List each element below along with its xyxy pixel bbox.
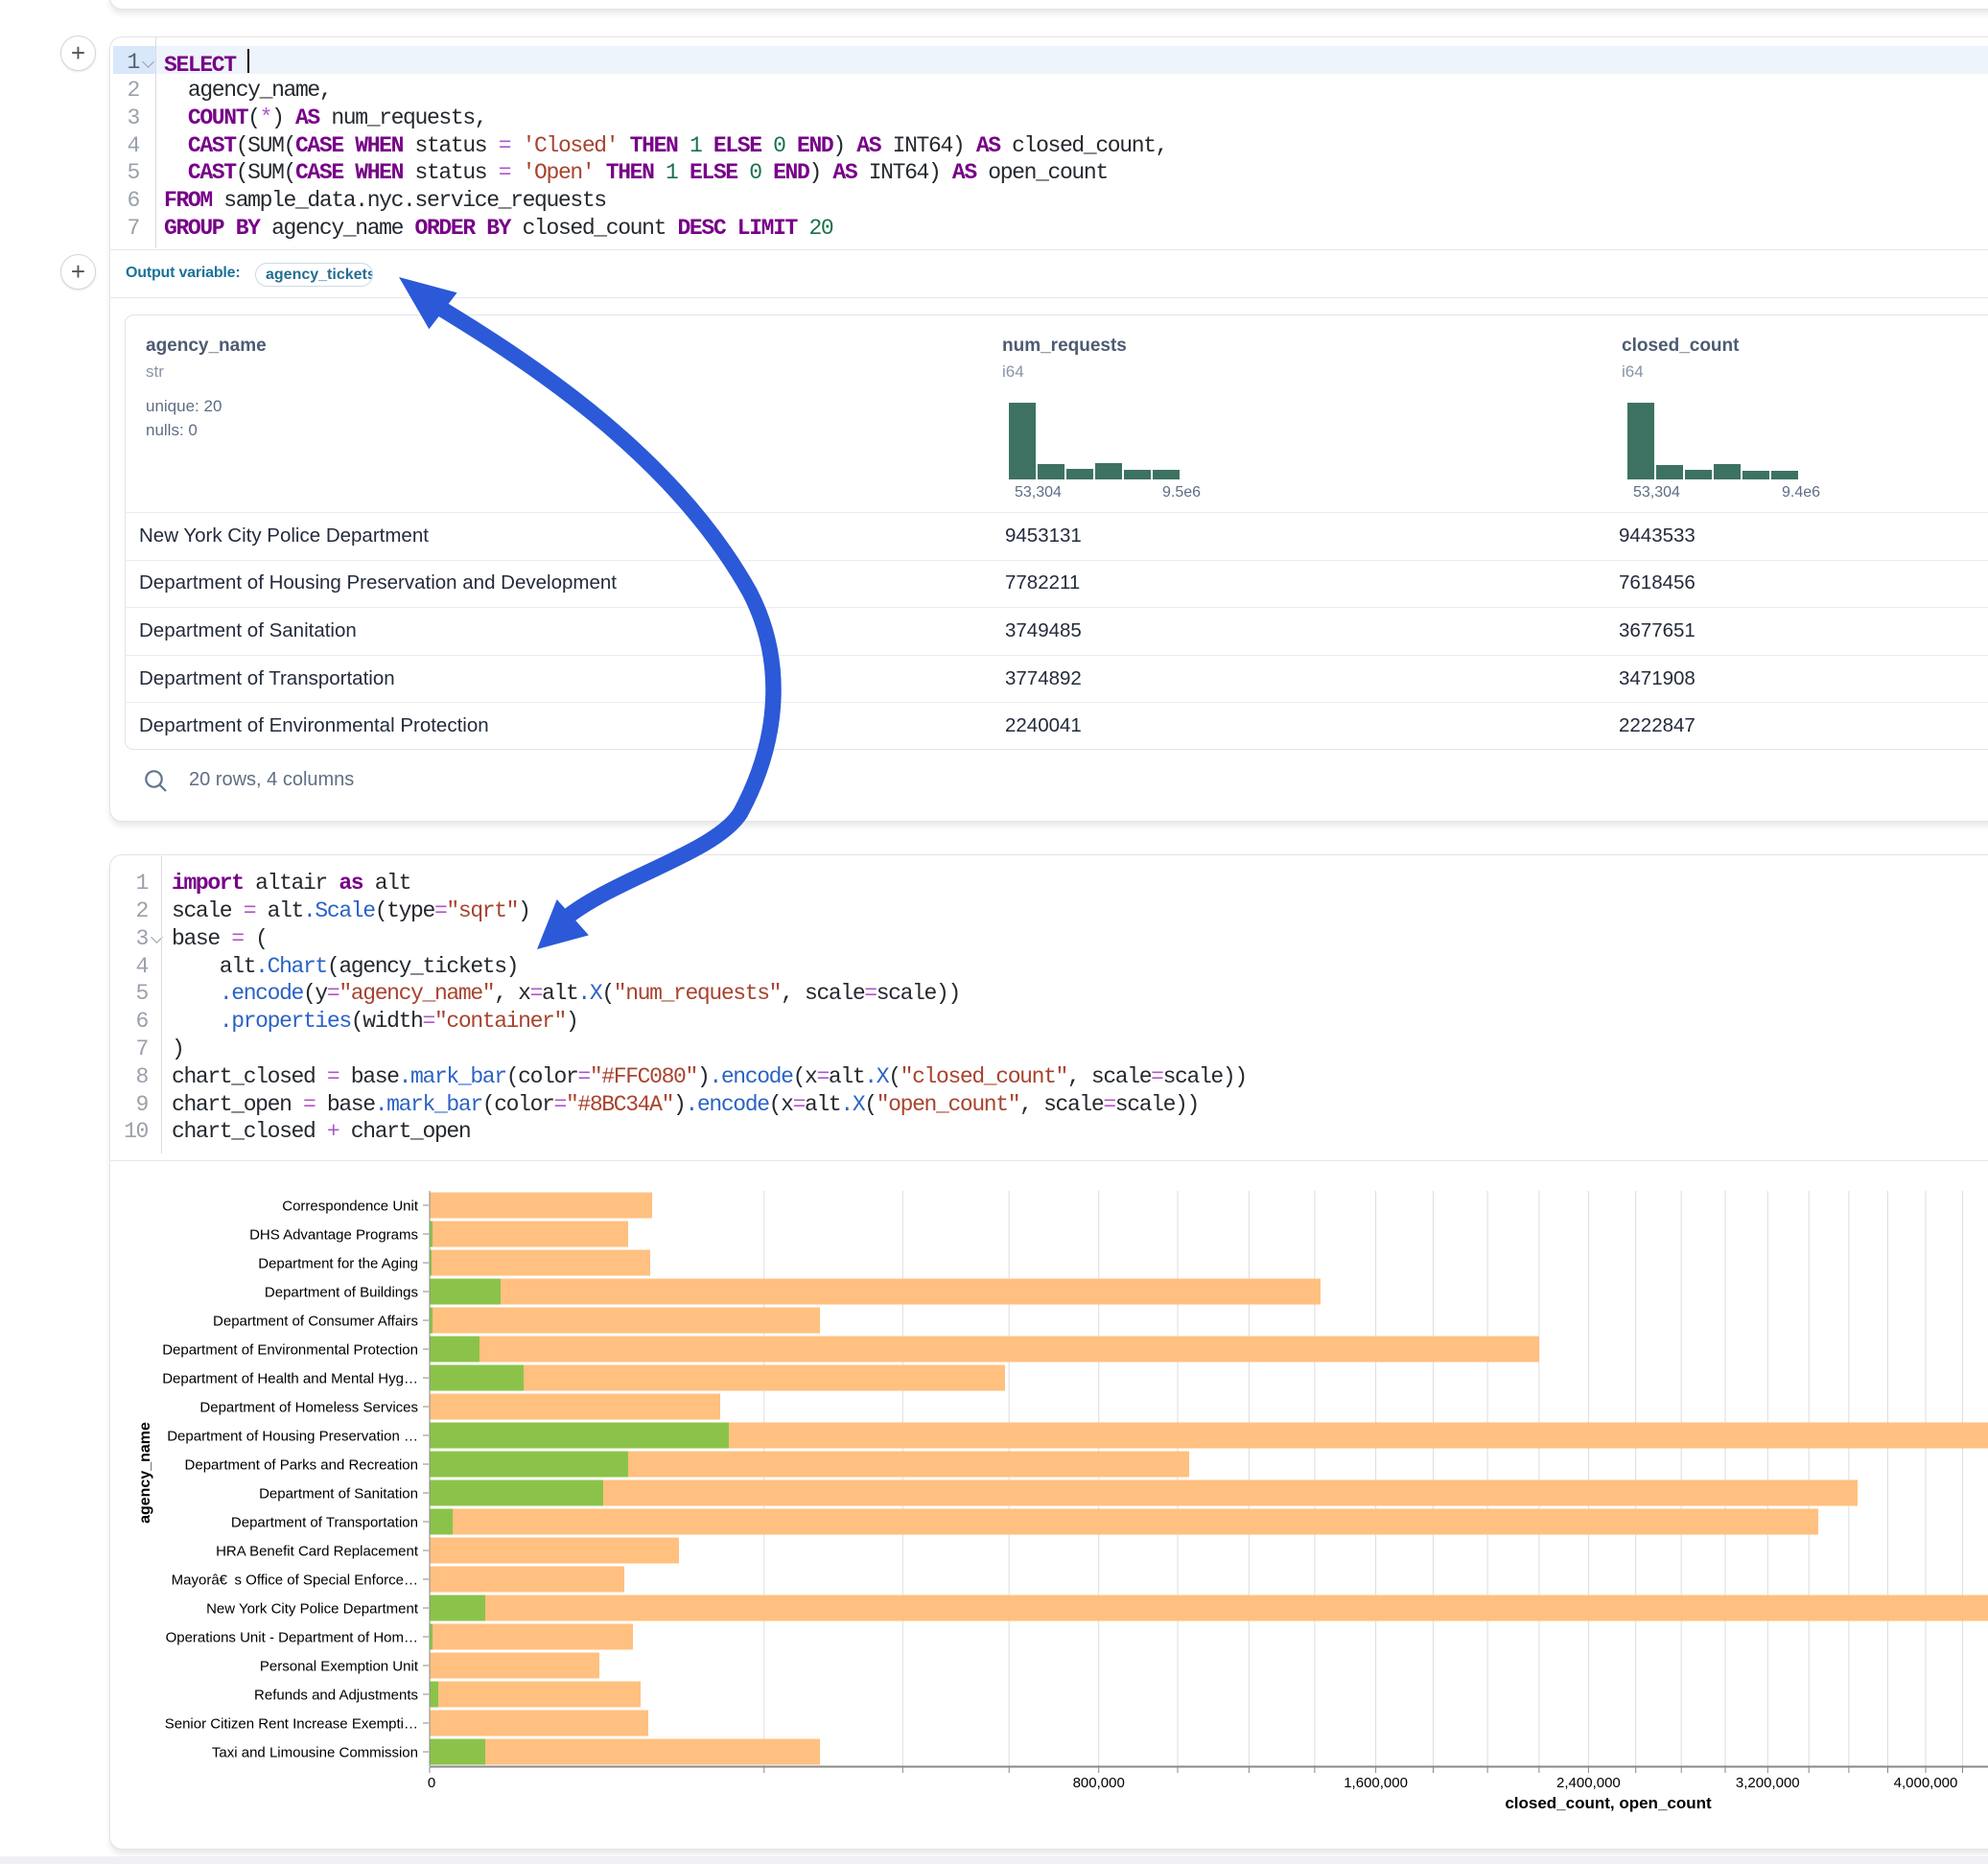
svg-text:Personal Exemption Unit: Personal Exemption Unit — [260, 1659, 419, 1675]
svg-text:2,400,000: 2,400,000 — [1556, 1775, 1621, 1791]
svg-text:agency_name: agency_name — [137, 1422, 153, 1524]
svg-text:0: 0 — [428, 1775, 435, 1791]
svg-text:Department of Parks and Recrea: Department of Parks and Recreation — [185, 1457, 418, 1474]
svg-text:Correspondence Unit: Correspondence Unit — [282, 1199, 419, 1215]
svg-text:1,600,000: 1,600,000 — [1344, 1775, 1408, 1791]
svg-text:Department of Environmental Pr: Department of Environmental Protection — [162, 1342, 418, 1359]
svg-text:closed_count, open_count: closed_count, open_count — [1505, 1794, 1712, 1812]
svg-text:Department of Health and Menta: Department of Health and Mental Hyg… — [162, 1371, 418, 1387]
svg-text:HRA Benefit Card Replacement: HRA Benefit Card Replacement — [216, 1544, 419, 1560]
svg-text:Department of Transportation: Department of Transportation — [231, 1515, 418, 1531]
svg-text:DHS Advantage Programs: DHS Advantage Programs — [249, 1227, 418, 1244]
svg-text:Taxi and Limousine Commission: Taxi and Limousine Commission — [212, 1745, 418, 1761]
svg-text:Senior Citizen Rent Increase E: Senior Citizen Rent Increase Exempti… — [165, 1716, 418, 1733]
svg-text:Department of Sanitation: Department of Sanitation — [259, 1486, 418, 1503]
svg-text:Department of Consumer Affairs: Department of Consumer Affairs — [213, 1314, 418, 1330]
svg-text:Department for the Aging: Department for the Aging — [258, 1256, 418, 1272]
svg-text:Department of Homeless Service: Department of Homeless Services — [199, 1400, 418, 1416]
svg-text:3,200,000: 3,200,000 — [1736, 1775, 1800, 1791]
svg-text:800,000: 800,000 — [1073, 1775, 1125, 1791]
svg-text:Mayorâ€ s Office of Special En: Mayorâ€ s Office of Special Enforce… — [172, 1573, 418, 1589]
svg-text:4,000,000: 4,000,000 — [1894, 1775, 1958, 1791]
svg-text:Operations Unit - Department o: Operations Unit - Department of Hom… — [166, 1630, 418, 1646]
svg-text:Department of Buildings: Department of Buildings — [265, 1285, 418, 1301]
svg-text:New York City Police Departmen: New York City Police Department — [206, 1601, 419, 1618]
svg-text:Refunds and Adjustments: Refunds and Adjustments — [254, 1688, 418, 1704]
svg-text:Department of Housing Preserva: Department of Housing Preservation … — [167, 1429, 418, 1445]
